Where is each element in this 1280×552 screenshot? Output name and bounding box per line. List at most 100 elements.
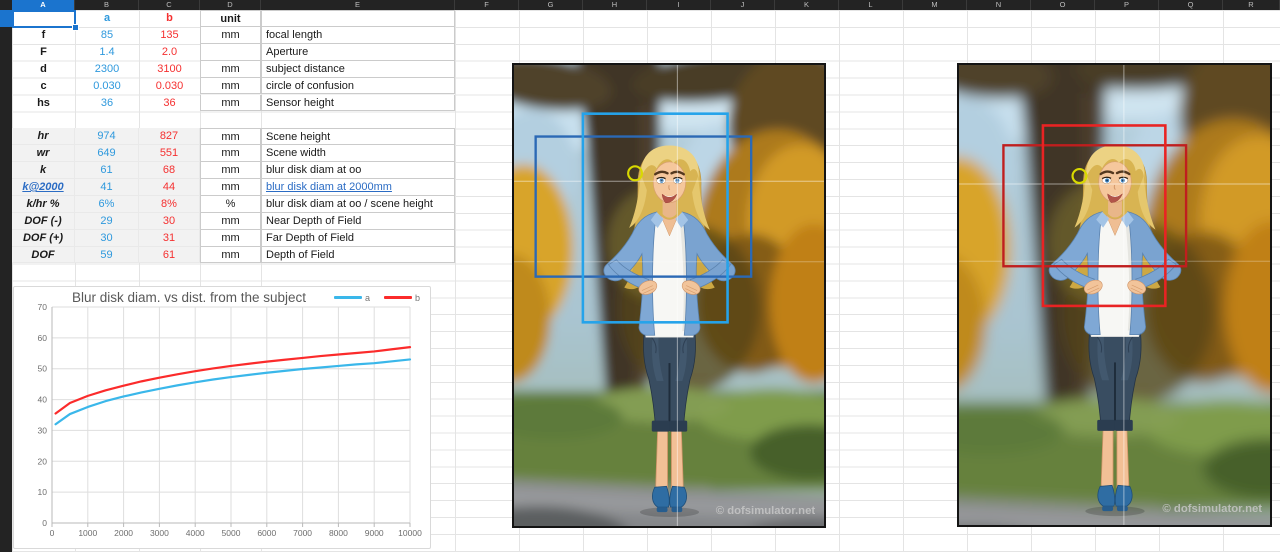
cell-D7[interactable] (200, 111, 261, 128)
cell-B14[interactable]: 30 (75, 229, 139, 247)
column-header-O[interactable]: O (1031, 0, 1095, 10)
cell-C13[interactable]: 30 (139, 212, 200, 230)
column-header-Q[interactable]: Q (1159, 0, 1223, 10)
cell-B10[interactable]: 61 (75, 162, 139, 179)
cell-E2[interactable]: focal length (261, 26, 455, 44)
cell-B11[interactable]: 41 (75, 179, 139, 196)
column-header-B[interactable]: B (75, 0, 139, 10)
cell-C4[interactable]: 3100 (139, 61, 200, 78)
cell-D4[interactable]: mm (200, 60, 261, 78)
cell-E13[interactable]: Near Depth of Field (261, 212, 455, 230)
cell-D15[interactable]: mm (200, 246, 261, 264)
legend-item-b[interactable]: b (383, 293, 420, 303)
column-header-A[interactable]: A (12, 0, 75, 10)
cell-E10[interactable]: blur disk diam at oo (261, 162, 455, 179)
selected-cell-outline[interactable] (12, 10, 76, 28)
row-header-selected[interactable] (0, 10, 12, 27)
cell-E12[interactable]: blur disk diam at oo / scene height (261, 195, 455, 213)
cell-B13[interactable]: 29 (75, 212, 139, 230)
cell-D14[interactable]: mm (200, 229, 261, 247)
cell-C6[interactable]: 36 (139, 95, 200, 112)
cell-E3[interactable]: Aperture (261, 43, 455, 61)
cell-C2[interactable]: 135 (139, 27, 200, 44)
cell-C8[interactable]: 827 (139, 128, 200, 146)
cell-E5[interactable]: circle of confusion (261, 77, 455, 95)
cell-B1[interactable]: a (75, 10, 139, 27)
cell-C5[interactable]: 0.030 (139, 78, 200, 95)
column-header-R[interactable]: R (1223, 0, 1280, 10)
cell-D11[interactable]: mm (200, 179, 261, 196)
cell-E14[interactable]: Far Depth of Field (261, 229, 455, 247)
cell-C15[interactable]: 61 (139, 246, 200, 264)
cell-E9[interactable]: Scene width (261, 145, 455, 163)
cell-C9[interactable]: 551 (139, 145, 200, 163)
cell-A10[interactable]: k (12, 162, 75, 179)
cell-C14[interactable]: 31 (139, 229, 200, 247)
cell-C12[interactable]: 8% (139, 195, 200, 213)
cell-D3[interactable] (200, 43, 261, 61)
column-header-F[interactable]: F (455, 0, 519, 10)
cell-D5[interactable]: mm (200, 77, 261, 95)
dof-preview-image-b[interactable]: © dofsimulator.net (957, 63, 1272, 527)
cell-B2[interactable]: 85 (75, 27, 139, 44)
cell-B12[interactable]: 6% (75, 195, 139, 213)
cell-A9[interactable]: wr (12, 145, 75, 163)
cell-D9[interactable]: mm (200, 145, 261, 163)
cell-D13[interactable]: mm (200, 212, 261, 230)
legend-item-a[interactable]: a (333, 293, 370, 303)
column-header-P[interactable]: P (1095, 0, 1159, 10)
cell-C10[interactable]: 68 (139, 162, 200, 179)
column-header-J[interactable]: J (711, 0, 775, 10)
cell-D10[interactable]: mm (200, 162, 261, 179)
column-header-N[interactable]: N (967, 0, 1031, 10)
fill-handle[interactable] (72, 24, 79, 31)
cell-B6[interactable]: 36 (75, 95, 139, 112)
cell-C1[interactable]: b (139, 10, 200, 27)
cell-A12[interactable]: k/hr % (12, 195, 75, 213)
cell-B9[interactable]: 649 (75, 145, 139, 163)
cell-B8[interactable]: 974 (75, 128, 139, 146)
cell-A3[interactable]: F (12, 44, 75, 61)
cell-A4[interactable]: d (12, 61, 75, 78)
cell-E15[interactable]: Depth of Field (261, 246, 455, 264)
column-header-K[interactable]: K (775, 0, 839, 10)
cell-A15[interactable]: DOF (12, 246, 75, 264)
cell-D6[interactable]: mm (200, 94, 261, 112)
column-header-E[interactable]: E (261, 0, 455, 10)
cell-D8[interactable]: mm (200, 128, 261, 146)
cell-E11[interactable]: blur disk diam at 2000mm (261, 179, 455, 196)
dof-preview-image-a[interactable]: © dofsimulator.net (512, 63, 826, 528)
cell-B7[interactable] (75, 111, 139, 128)
cell-C11[interactable]: 44 (139, 179, 200, 196)
cell-C7[interactable] (139, 111, 200, 128)
cell-B3[interactable]: 1.4 (75, 44, 139, 61)
row-headers[interactable] (0, 10, 12, 552)
cell-A6[interactable]: hs (12, 95, 75, 112)
column-header-G[interactable]: G (519, 0, 583, 10)
column-header-I[interactable]: I (647, 0, 711, 10)
cell-A7[interactable] (12, 111, 75, 128)
column-header-D[interactable]: D (200, 0, 261, 10)
cell-A5[interactable]: c (12, 78, 75, 95)
column-header-C[interactable]: C (139, 0, 200, 10)
cell-D12[interactable]: % (200, 195, 261, 213)
cell-B4[interactable]: 2300 (75, 61, 139, 78)
cell-C3[interactable]: 2.0 (139, 44, 200, 61)
cell-A8[interactable]: hr (12, 128, 75, 146)
cell-A14[interactable]: DOF (+) (12, 229, 75, 247)
cell-B15[interactable]: 59 (75, 246, 139, 264)
cell-D1[interactable]: unit (200, 10, 261, 27)
column-header-M[interactable]: M (903, 0, 967, 10)
cell-A11[interactable]: k@2000 (12, 179, 75, 196)
blur-disk-chart[interactable]: 0 10 20 30 40 50 60 70 0 1000 2000 3000 4000 5000 6000… (13, 286, 431, 549)
column-header-L[interactable]: L (839, 0, 903, 10)
cell-A13[interactable]: DOF (-) (12, 212, 75, 230)
cell-E1[interactable] (261, 10, 455, 27)
cell-E8[interactable]: Scene height (261, 128, 455, 146)
cell-B5[interactable]: 0.030 (75, 78, 139, 95)
column-header-H[interactable]: H (583, 0, 647, 10)
cell-E4[interactable]: subject distance (261, 60, 455, 78)
cell-A2[interactable]: f (12, 27, 75, 44)
cell-D2[interactable]: mm (200, 26, 261, 44)
cell-E7[interactable] (261, 111, 455, 128)
